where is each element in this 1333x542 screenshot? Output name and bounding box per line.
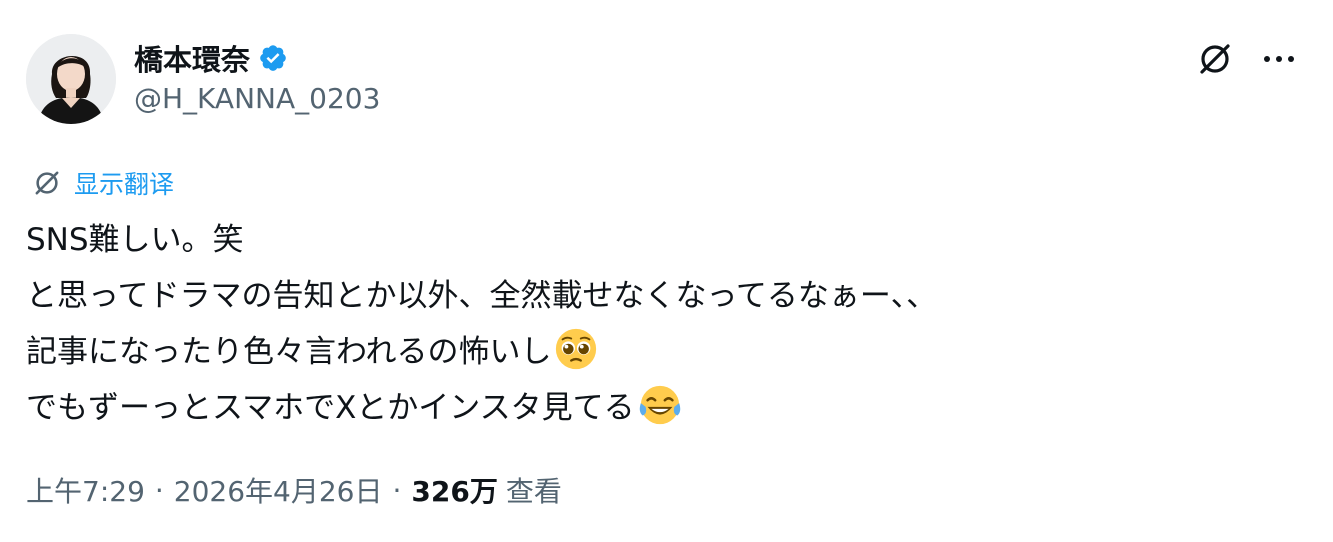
author-name-row: 橋本環奈 [134,36,288,80]
tweet-card: 橋本環奈 @H_KANNA_0203 显示翻译 SNS難しい。笑 と思ってドラマ… [0,0,1333,542]
more-options-button[interactable] [1256,36,1302,82]
views-count[interactable]: 326万 [411,470,497,510]
show-translation-label: 显示翻译 [74,170,175,199]
views-label: 查看 [505,475,562,508]
author-handle[interactable]: @H_KANNA_0203 [134,82,380,115]
display-name[interactable]: 橋本環奈 [134,37,250,79]
tweet-line: 記事になったり色々言われるの怖いし [26,324,1316,380]
avatar-photo [26,34,116,124]
tears-of-joy-emoji [639,385,680,425]
tweet-text: SNS難しい。笑 と思ってドラマの告知とか以外、全然載せなくなってるなぁー、、 … [26,212,1316,436]
meta-separator: · [392,473,402,507]
more-horizontal-icon [1264,56,1294,62]
verified-badge-icon[interactable] [258,43,288,73]
grok-slash-circle-icon [35,171,59,195]
meta-separator: · [154,473,164,507]
avatar[interactable] [26,34,116,124]
tweet-time[interactable]: 上午7:29 [26,470,145,510]
pleading-face-emoji [556,328,597,370]
tweet-line: SNS難しい。笑 [26,222,244,258]
grok-button[interactable] [1192,36,1238,82]
tweet-line: と思ってドラマの告知とか以外、全然載せなくなってるなぁー、、 [26,278,938,314]
tweet-date[interactable]: 2026年4月26日 [174,470,383,510]
show-translation-link[interactable]: 显示翻译 [30,165,174,201]
tweet-meta: 上午7:29 · 2026年4月26日 · 326万 查看 [26,468,562,512]
grok-slash-circle-icon [1200,44,1230,74]
tweet-line: でもずーっとスマホでXとかインスタ見てる [26,380,1316,436]
